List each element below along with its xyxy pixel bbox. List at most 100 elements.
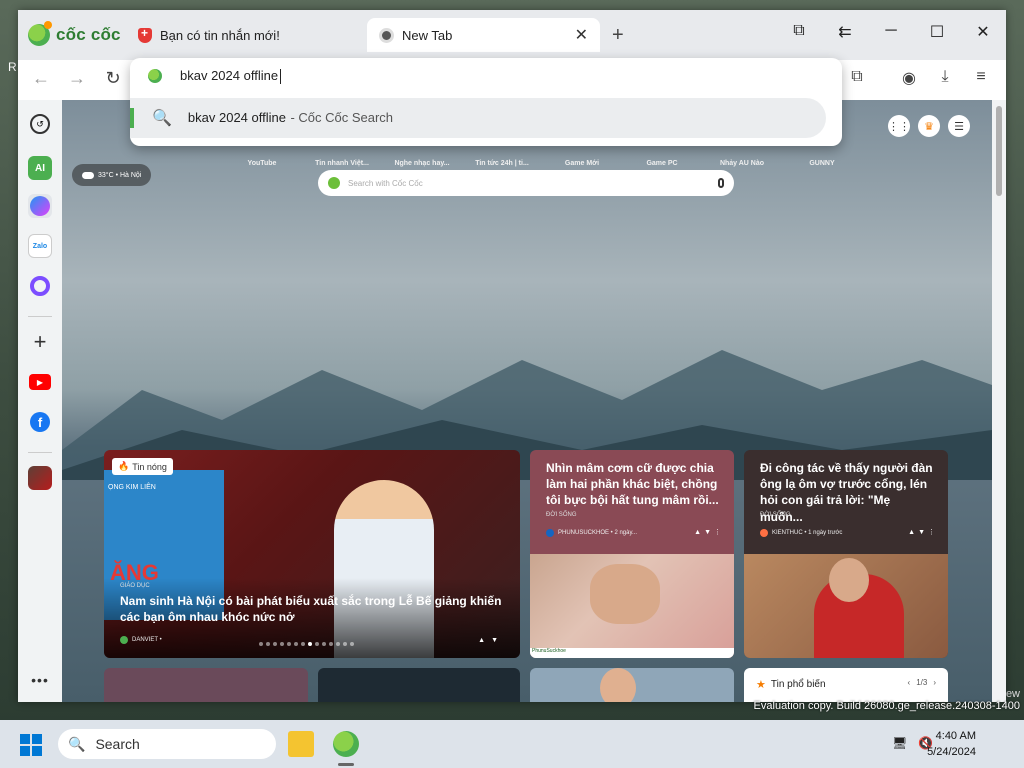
taskbar-search-label: Search	[95, 736, 140, 752]
youtube-icon[interactable]: ▶	[28, 370, 52, 394]
customize-icon[interactable]: ☰	[948, 115, 970, 137]
more-icon[interactable]: •••	[28, 668, 52, 692]
downloads-button[interactable]: ⤓	[932, 68, 958, 86]
network-icon[interactable]: 🖥	[892, 736, 907, 750]
scrollbar-thumb[interactable]	[996, 106, 1002, 196]
zalo-icon[interactable]: Zalo	[28, 234, 52, 258]
news-category: ĐỜI SỐNG	[546, 512, 577, 518]
page-search-box[interactable]: Search with Cốc Cốc	[318, 170, 734, 196]
page-top-icons: ⋮⋮ ♛ ☰	[888, 115, 970, 137]
quick-link[interactable]: Tin nhanh Việt...	[302, 160, 382, 167]
tab-search-button[interactable]: ⧉	[784, 22, 814, 40]
profile-button[interactable]: ◉	[896, 68, 922, 88]
file-explorer-icon[interactable]	[288, 731, 314, 757]
weather-text: 33°C • Hà Nội	[98, 171, 142, 179]
coccoc-taskbar-icon[interactable]	[333, 731, 359, 757]
page-scrollbar[interactable]	[992, 100, 1006, 702]
close-tab-icon[interactable]: ✕	[575, 25, 588, 45]
address-input[interactable]: bkav 2024 offline	[180, 68, 282, 85]
ai-chat-icon[interactable]: AI	[28, 156, 52, 180]
omnibox-suggestion[interactable]: 🔍 bkav 2024 offline - Cốc Cốc Search	[130, 98, 826, 138]
close-window-button[interactable]: ✕	[968, 22, 998, 42]
q-app-icon[interactable]	[28, 274, 52, 298]
apps-grid-icon[interactable]: ⋮⋮	[888, 115, 910, 137]
tab-messages[interactable]: Bạn có tin nhắn mới!	[126, 18, 361, 52]
news-source: PHUNUSUCKHOE • 2 ngày...	[546, 529, 637, 537]
search-placeholder: Search with Cốc Cốc	[348, 178, 423, 188]
menu-button[interactable]: ≡	[968, 68, 994, 86]
news-card[interactable]: Đi công tác về thấy người đàn ông lạ ôm …	[744, 450, 948, 658]
crown-icon[interactable]: ♛	[918, 115, 940, 137]
history-icon[interactable]: ↺	[30, 114, 50, 134]
reaction-buttons: ▲ ▼	[478, 637, 498, 644]
taskbar: 🔍 Search 🖥 🔇 4:40 AM 5/24/2024	[0, 720, 1024, 768]
source-logo-icon	[546, 529, 554, 537]
sidebar: ↺ AI Zalo + ▶ f •••	[18, 100, 62, 702]
tab-label: New Tab	[402, 27, 453, 43]
coccoc-icon	[379, 27, 394, 43]
reload-button[interactable]: ↻	[100, 68, 126, 89]
chevron-left-icon[interactable]: ‹	[908, 678, 911, 687]
weather-widget[interactable]: 33°C • Hà Nội	[72, 164, 152, 186]
desktop-label: R	[8, 60, 17, 74]
quick-link[interactable]: GUNNY	[782, 160, 862, 167]
minimize-button[interactable]: ─	[876, 22, 906, 40]
tab-new-tab[interactable]: New Tab ✕	[367, 18, 600, 52]
extensions-button[interactable]: ⧉	[844, 68, 870, 86]
thumbs-down-icon[interactable]: ▼	[491, 637, 498, 644]
popular-pager: ‹ 1/3 ›	[908, 678, 936, 687]
facebook-icon[interactable]: f	[28, 410, 52, 434]
popular-news-card[interactable]: ★ Tin phổ biến ‹ 1/3 ›	[744, 668, 948, 702]
chevron-right-icon[interactable]: ›	[933, 678, 936, 687]
news-card[interactable]	[318, 668, 520, 702]
windows-start-icon[interactable]	[20, 734, 42, 756]
coccoc-search-icon	[148, 69, 162, 84]
source-logo-icon	[760, 529, 768, 537]
news-card[interactable]	[104, 668, 308, 702]
microphone-icon[interactable]	[718, 178, 724, 188]
maximize-button[interactable]: ☐	[922, 22, 952, 42]
search-icon: 🔍	[68, 735, 86, 752]
quick-link[interactable]: Nghe nhạc hay...	[382, 160, 462, 167]
suggestion-source: - Cốc Cốc Search	[290, 110, 394, 125]
news-source: DANVIET •	[120, 636, 162, 644]
forward-button[interactable]: →	[64, 68, 90, 89]
news-title[interactable]: Nam sinh Hà Nội có bài phát biểu xuất sắ…	[120, 593, 510, 625]
coccoc-logo[interactable]: cốc cốc	[28, 21, 121, 46]
back-button[interactable]: ←	[28, 68, 54, 89]
messenger-icon[interactable]	[28, 194, 52, 218]
game-app-icon[interactable]	[28, 466, 52, 490]
card-actions[interactable]: ▲▼⋮	[694, 528, 724, 536]
coccoc-logo-icon	[28, 21, 52, 46]
news-title[interactable]: Nhìn mâm cơm cữ được chia làm hai phần k…	[546, 460, 722, 509]
news-image-face	[590, 564, 660, 624]
news-card[interactable]: Nhìn mâm cơm cữ được chia làm hai phần k…	[530, 450, 734, 658]
running-indicator	[338, 763, 354, 766]
news-card[interactable]	[530, 668, 734, 702]
new-tab-button[interactable]: +	[612, 24, 624, 47]
search-icon: 🔍	[152, 110, 172, 127]
quick-link[interactable]: Game Mới	[542, 160, 622, 167]
hot-news-badge: 🔥 Tin nóng	[112, 458, 173, 475]
address-bar[interactable]: bkav 2024 offline	[148, 68, 282, 85]
news-category: GIÁO DỤC	[120, 583, 150, 589]
taskbar-search[interactable]: 🔍 Search	[58, 729, 276, 759]
hero-news-card[interactable]: ỌNG KIM LIÊN ĂNG 🔥 Tin nóng GIÁO DỤC Nam…	[104, 450, 520, 658]
omnibox-dropdown: bkav 2024 offline 🔍 bkav 2024 offline - …	[130, 58, 842, 146]
board-label: ỌNG KIM LIÊN	[108, 484, 156, 491]
card-actions[interactable]: ▲▼⋮	[908, 528, 938, 536]
news-image	[744, 554, 948, 658]
cloud-icon	[82, 171, 94, 179]
add-sidebar-app-icon[interactable]: +	[28, 329, 52, 354]
quick-link[interactable]: Tin tức 24h | ti...	[462, 160, 542, 167]
tab-list-button[interactable]: ⇇	[830, 22, 860, 42]
system-clock[interactable]: 4:40 AM 5/24/2024	[927, 728, 976, 760]
quick-link[interactable]: Nhảy AU Nào	[702, 160, 782, 167]
quick-links: YouTube Tin nhanh Việt... Nghe nhạc hay.…	[222, 160, 862, 167]
quick-link[interactable]: YouTube	[222, 160, 302, 167]
quick-link[interactable]: Game PC	[622, 160, 702, 167]
thumbs-up-icon[interactable]: ▲	[478, 637, 485, 644]
tab-bar: cốc cốc Bạn có tin nhắn mới! New Tab ✕ +…	[18, 10, 1006, 60]
carousel-dots	[259, 642, 354, 646]
source-name: KIENTHUC • 1 ngày trước	[772, 530, 843, 536]
